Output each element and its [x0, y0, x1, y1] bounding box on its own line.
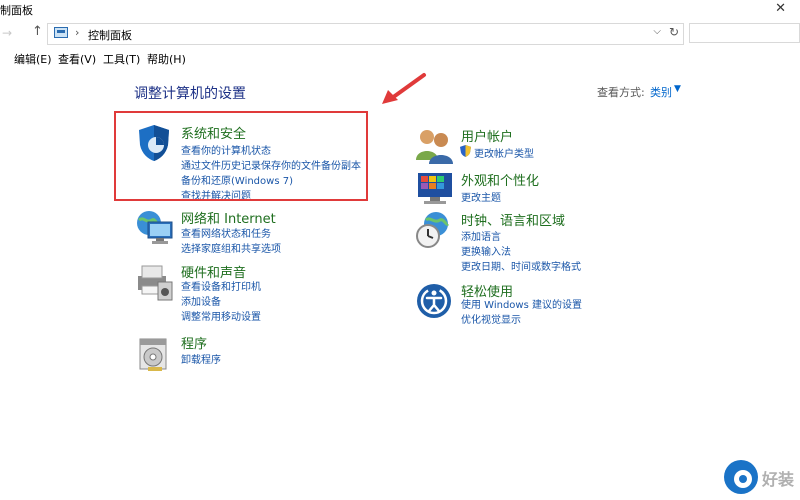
- navigation-bar: → ↑ › 控制面板 ⌵ ↻: [0, 20, 800, 47]
- monitor-palette-icon: [418, 173, 452, 204]
- close-icon[interactable]: ✕: [775, 1, 786, 16]
- chevron-right-icon[interactable]: ›: [75, 26, 79, 39]
- title-bar: 制面板 ✕: [0, 0, 800, 20]
- up-arrow-icon[interactable]: ↑: [32, 24, 43, 39]
- link-windows-suggested[interactable]: 使用 Windows 建议的设置: [461, 296, 582, 311]
- window-title: 制面板: [0, 4, 33, 17]
- address-bar[interactable]: › 控制面板 ⌵ ↻: [47, 23, 684, 45]
- link-add-device[interactable]: 添加设备: [181, 293, 221, 308]
- menu-tools[interactable]: 工具(T): [103, 51, 140, 67]
- link-change-theme[interactable]: 更改主题: [461, 189, 501, 204]
- watermark: 好装: [722, 458, 800, 500]
- network-globe-icon: [137, 211, 173, 244]
- caret-down-icon[interactable]: ▼: [674, 84, 681, 94]
- view-by-label: 查看方式:: [597, 86, 645, 99]
- link-homegroup[interactable]: 选择家庭组和共享选项: [181, 240, 281, 255]
- category-title[interactable]: 程序: [181, 333, 207, 352]
- link-optimize-visual[interactable]: 优化视觉显示: [461, 311, 521, 326]
- menu-edit[interactable]: 编辑(E): [14, 51, 52, 67]
- category-title[interactable]: 时钟、语言和区域: [461, 210, 565, 229]
- ease-of-access-icon: [417, 284, 451, 318]
- annotation-highlight-box: [114, 111, 368, 201]
- link-network-status[interactable]: 查看网络状态和任务: [181, 225, 271, 240]
- clock-globe-icon: [416, 212, 450, 248]
- menu-view[interactable]: 查看(V): [58, 51, 96, 67]
- watermark-logo-icon: [724, 460, 758, 494]
- link-change-account-type[interactable]: 更改帐户类型: [474, 145, 534, 160]
- refresh-icon[interactable]: ↻: [669, 25, 679, 39]
- annotation-arrow-icon: [382, 73, 426, 104]
- link-change-input[interactable]: 更换输入法: [461, 243, 511, 258]
- printer-icon: [138, 265, 173, 301]
- view-by-dropdown[interactable]: 类别: [650, 84, 672, 100]
- link-uninstall[interactable]: 卸载程序: [181, 351, 221, 366]
- menu-bar: 编辑(E) 查看(V) 工具(T) 帮助(H): [0, 48, 800, 68]
- forward-arrow-icon[interactable]: →: [2, 26, 12, 40]
- menu-help[interactable]: 帮助(H): [147, 51, 186, 67]
- watermark-text: 好装: [762, 470, 795, 489]
- category-title[interactable]: 用户帐户: [461, 126, 513, 145]
- link-date-time-format[interactable]: 更改日期、时间或数字格式: [461, 258, 581, 273]
- category-title[interactable]: 外观和个性化: [461, 170, 539, 189]
- link-mobility-settings[interactable]: 调整常用移动设置: [181, 308, 261, 323]
- programs-icon: [139, 338, 167, 371]
- users-icon: [416, 130, 453, 164]
- search-input[interactable]: [689, 23, 800, 43]
- uac-shield-icon: [460, 145, 471, 157]
- page-title: 调整计算机的设置: [134, 86, 246, 102]
- breadcrumb-control-panel[interactable]: 控制面板: [88, 27, 132, 43]
- chevron-down-icon[interactable]: ⌵: [653, 26, 661, 37]
- link-add-language[interactable]: 添加语言: [461, 228, 501, 243]
- control-panel-icon: [54, 27, 68, 38]
- link-devices-printers[interactable]: 查看设备和打印机: [181, 278, 261, 293]
